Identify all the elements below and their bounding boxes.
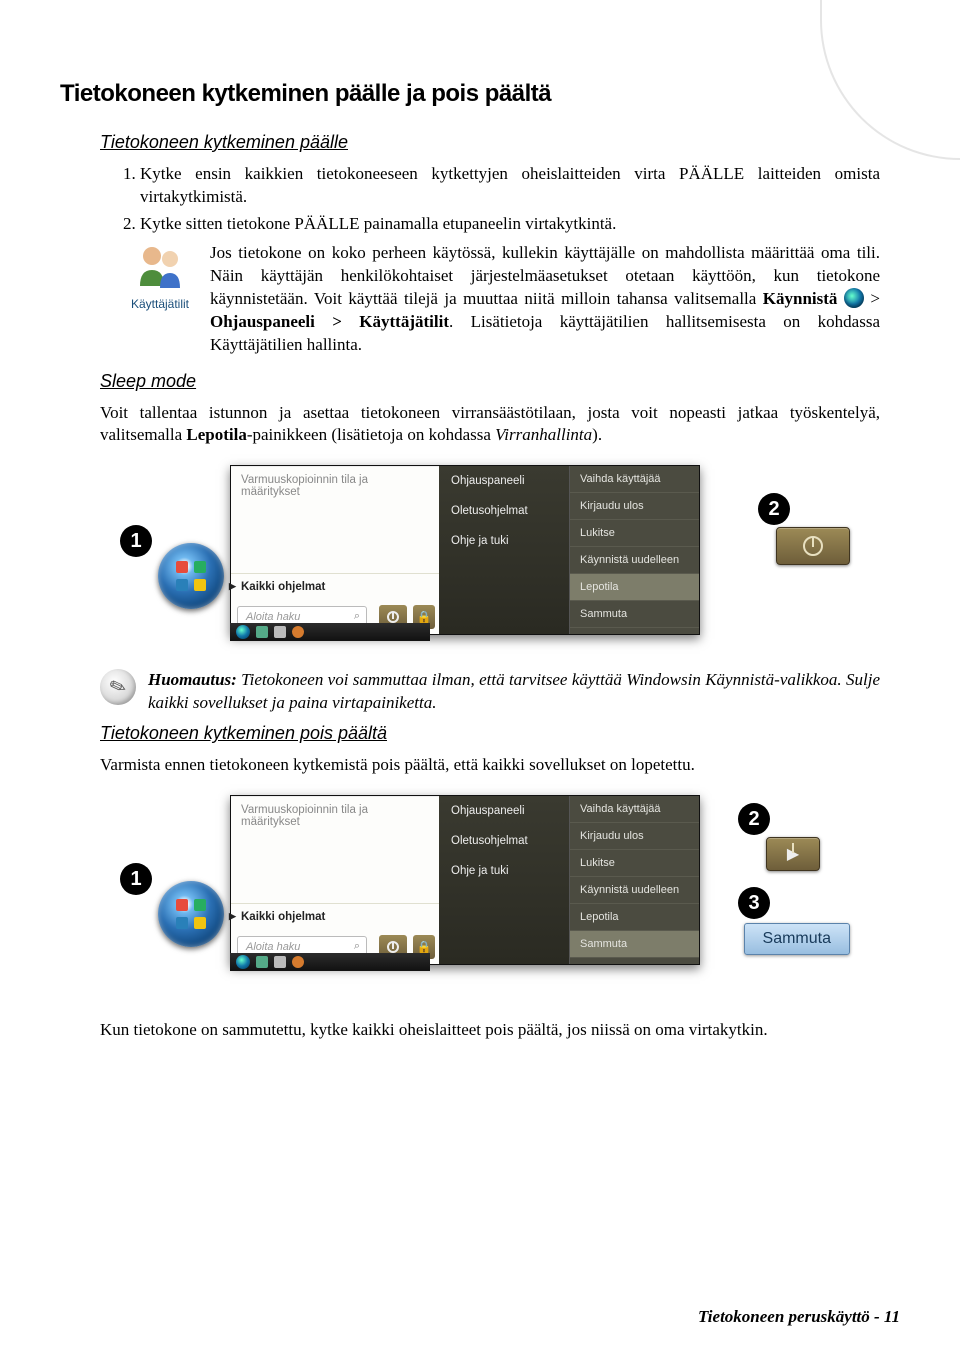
- ut-b2: Ohjauspaneeli > Käyttäjätilit: [210, 312, 449, 331]
- callout-1: 1: [120, 525, 152, 557]
- note-lead: Huomautus:: [148, 670, 237, 689]
- callout-3: 3: [738, 887, 770, 919]
- step-1: Kytke ensin kaikkien tietokoneeseen kytk…: [140, 163, 880, 209]
- sm-all-programs[interactable]: Kaikki ohjelmat: [231, 903, 439, 930]
- sm-shutdown[interactable]: Sammuta: [570, 931, 699, 958]
- callout-2b: 2: [738, 803, 770, 835]
- sm-restart[interactable]: Käynnistä uudelleen: [570, 547, 699, 574]
- start-orb-icon: [844, 288, 864, 308]
- callout-1b: 1: [120, 863, 152, 895]
- sm-lock[interactable]: Lukitse: [570, 850, 699, 877]
- start-menu-power-pane: Vaihda käyttäjää Kirjaudu ulos Lukitse K…: [569, 466, 699, 634]
- power-icon: [803, 536, 823, 556]
- screenshot-shutdown: 1 Varmuuskopioinnin tila ja määritykset …: [130, 795, 830, 995]
- subsection-power-on: Tietokoneen kytkeminen päälle: [100, 132, 900, 153]
- sm-item-backup[interactable]: Varmuuskopioinnin tila ja määritykset: [231, 796, 439, 835]
- subsection-power-off: Tietokoneen kytkeminen pois päältä: [100, 723, 900, 744]
- sm-all-programs[interactable]: Kaikki ohjelmat: [231, 573, 439, 600]
- sm-item-backup[interactable]: Varmuuskopioinnin tila ja määritykset: [231, 466, 439, 505]
- taskbar-firefox-icon[interactable]: [292, 956, 304, 968]
- taskbar-start-icon[interactable]: [236, 955, 250, 969]
- ut-p2: >: [864, 289, 880, 308]
- start-menu: Varmuuskopioinnin tila ja määritykset Ka…: [230, 795, 700, 965]
- note-body: Tietokoneen voi sammuttaa ilman, että ta…: [148, 670, 880, 712]
- sm-lock[interactable]: Lukitse: [570, 520, 699, 547]
- final-paragraph: Kun tietokone on sammutettu, kytke kaikk…: [100, 1019, 880, 1042]
- user-accounts-block: Käyttäjätilit Jos tietokone on koko perh…: [124, 242, 880, 357]
- page-title: Tietokoneen kytkeminen päälle ja pois pä…: [60, 80, 900, 108]
- taskbar-firefox-icon[interactable]: [292, 626, 304, 638]
- sm-sleep[interactable]: Lepotila: [570, 574, 699, 601]
- power-on-steps: Kytke ensin kaikkien tietokoneeseen kytk…: [140, 163, 880, 236]
- sp-p3: ).: [592, 425, 602, 444]
- sm-control-panel[interactable]: Ohjauspaneeli: [439, 466, 569, 496]
- start-menu: Varmuuskopioinnin tila ja määritykset Ka…: [230, 465, 700, 635]
- sm-switch-user[interactable]: Vaihda käyttäjää: [570, 466, 699, 493]
- sm-default-programs[interactable]: Oletusohjelmat: [439, 826, 569, 856]
- page-footer: Tietokoneen peruskäyttö - 11: [698, 1307, 900, 1327]
- power-off-intro: Varmista ennen tietokoneen kytkemistä po…: [100, 754, 880, 777]
- sm-switch-user[interactable]: Vaihda käyttäjää: [570, 796, 699, 823]
- taskbar-icon[interactable]: [274, 956, 286, 968]
- start-menu-mid-pane: Ohjauspaneeli Oletusohjelmat Ohje ja tuk…: [439, 466, 569, 634]
- step-2: Kytke sitten tietokone PÄÄLLE painamalla…: [140, 213, 880, 236]
- user-accounts-icon: Käyttäjätilit: [124, 242, 196, 311]
- start-orb-button[interactable]: [158, 543, 224, 609]
- screenshot-sleep-mode: 1 Varmuuskopioinnin tila ja määritykset …: [130, 465, 830, 645]
- sm-logout[interactable]: Kirjaudu ulos: [570, 493, 699, 520]
- ut-b1: Käynnistä: [763, 289, 844, 308]
- user-accounts-text: Jos tietokone on koko perheen käytössä, …: [210, 242, 880, 357]
- sm-logout[interactable]: Kirjaudu ulos: [570, 823, 699, 850]
- sp-p2: -painikkeen (lisätietoja on kohdassa: [247, 425, 495, 444]
- taskbar-icon[interactable]: [274, 626, 286, 638]
- sm-sleep[interactable]: Lepotila: [570, 904, 699, 931]
- start-menu-left-pane: Varmuuskopioinnin tila ja määritykset Ka…: [231, 796, 439, 964]
- callout-2: 2: [758, 493, 790, 525]
- taskbar-icon[interactable]: [256, 956, 268, 968]
- power-sleep-button[interactable]: [776, 527, 850, 565]
- shutdown-button[interactable]: Sammuta: [744, 923, 850, 955]
- sm-help[interactable]: Ohje ja tuki: [439, 856, 569, 886]
- user-accounts-caption: Käyttäjätilit: [124, 297, 196, 311]
- start-menu-left-pane: Varmuuskopioinnin tila ja määritykset Ka…: [231, 466, 439, 634]
- taskbar-icon[interactable]: [256, 626, 268, 638]
- subsection-sleep-mode: Sleep mode: [100, 371, 900, 392]
- start-menu-mid-pane: Ohjauspaneeli Oletusohjelmat Ohje ja tuk…: [439, 796, 569, 964]
- taskbar-start-icon[interactable]: [236, 625, 250, 639]
- note-text: Huomautus: Tietokoneen voi sammuttaa ilm…: [148, 669, 880, 715]
- sm-help[interactable]: Ohje ja tuki: [439, 526, 569, 556]
- sp-i1: Virranhallinta: [495, 425, 592, 444]
- sm-restart[interactable]: Käynnistä uudelleen: [570, 877, 699, 904]
- sm-control-panel[interactable]: Ohjauspaneeli: [439, 796, 569, 826]
- search-placeholder: Aloita haku: [246, 941, 300, 953]
- sm-default-programs[interactable]: Oletusohjelmat: [439, 496, 569, 526]
- note-block: Huomautus: Tietokoneen voi sammuttaa ilm…: [100, 669, 880, 715]
- arrow-right-icon: ▶: [787, 844, 799, 864]
- search-placeholder: Aloita haku: [246, 611, 300, 623]
- taskbar: [230, 953, 430, 971]
- taskbar: [230, 623, 430, 641]
- start-orb-button[interactable]: [158, 881, 224, 947]
- sleep-mode-paragraph: Voit tallentaa istunnon ja asettaa tieto…: [100, 402, 880, 448]
- power-menu-expand-button[interactable]: ▶: [766, 837, 820, 871]
- sp-b1: Lepotila: [186, 425, 246, 444]
- users-icon: [132, 242, 188, 290]
- sm-shutdown[interactable]: Sammuta: [570, 601, 699, 628]
- note-icon: [100, 669, 136, 705]
- start-menu-power-pane: Vaihda käyttäjää Kirjaudu ulos Lukitse K…: [569, 796, 699, 964]
